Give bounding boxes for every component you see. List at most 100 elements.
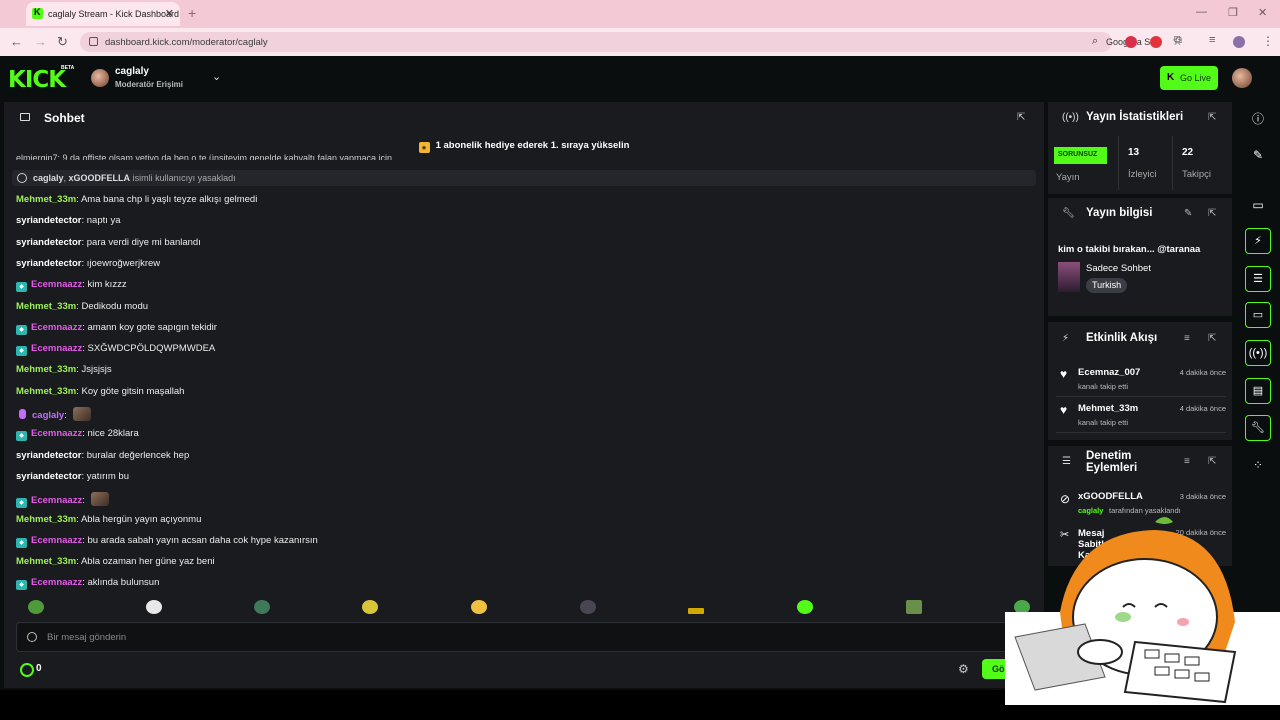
subscriber-badge-icon[interactable]: ◆ (16, 580, 27, 591)
emote-icon[interactable] (688, 608, 704, 614)
subscriber-badge-icon[interactable]: ◆ (16, 498, 27, 509)
back-icon[interactable]: ← (10, 34, 23, 49)
chat-text: buralar değerlencek hep (86, 449, 190, 461)
chat-username[interactable]: Ecemnaazz (31, 577, 82, 588)
chat-username[interactable]: Ecemnaazz (31, 322, 82, 333)
chat-username[interactable]: Mehmet_33m (16, 556, 76, 567)
chat-username[interactable]: Mehmet_33m (16, 364, 76, 375)
ban-icon: ⊘ (1060, 492, 1071, 506)
edit-pencil-icon[interactable]: ✎ (1184, 208, 1192, 219)
activity-toggle-icon[interactable]: ⚡︎ (1245, 228, 1271, 254)
edit-icon[interactable]: ✎ (1245, 142, 1271, 168)
extensions-puzzle-icon[interactable]: ⧉ (1174, 34, 1182, 47)
chat-username[interactable]: Ecemnaazz (31, 535, 82, 546)
emote-icon[interactable] (146, 600, 162, 614)
emote-icon[interactable] (797, 600, 813, 614)
user-avatar[interactable] (1232, 68, 1252, 88)
divider (1056, 396, 1226, 397)
address-bar[interactable]: dashboard.kick.com/moderator/caglaly Goo… (80, 32, 1183, 52)
extension-icon[interactable] (1125, 36, 1137, 48)
subscriber-badge-icon[interactable]: ◆ (16, 282, 27, 293)
chat-username[interactable]: Ecemnaazz (31, 343, 82, 354)
system-target[interactable]: xGOODFELLA (69, 173, 131, 183)
chat-toggle-icon[interactable]: ▭ (1245, 302, 1271, 328)
chat-username[interactable]: Ecemnaazz (31, 428, 82, 439)
chat-text: amann koy gote sapıgın tekidir (87, 321, 217, 333)
chat-username[interactable]: syriandetector (16, 237, 81, 248)
wrench-toggle-icon[interactable]: 🔧︎ (1245, 415, 1271, 441)
moderation-toggle-icon[interactable]: ☰ (1245, 266, 1271, 292)
extension-icon[interactable] (1150, 36, 1162, 48)
window-close-icon[interactable]: ✕ (1258, 6, 1267, 19)
stats-toggle-icon[interactable]: ((•)) (1245, 340, 1271, 366)
info-icon[interactable]: ⓘ (1245, 106, 1271, 132)
forward-icon[interactable]: → (34, 34, 47, 49)
chat-message: syriandetector: buralar değerlencek hep (16, 450, 189, 461)
chat-text: ıjoewroğwerjkrew (86, 257, 161, 269)
popout-icon[interactable]: ⇱ (1208, 456, 1216, 467)
category-name[interactable]: Sadece Sohbet (1086, 263, 1151, 274)
chat-username[interactable]: caglaly (32, 410, 64, 421)
filter-icon[interactable]: ≡ (1184, 333, 1190, 344)
minimize-icon[interactable]: — (1196, 6, 1207, 18)
subscriber-badge-icon[interactable]: ◆ (16, 537, 27, 548)
chat-username[interactable]: Ecemnaazz (31, 279, 82, 290)
emote-icon[interactable] (471, 600, 487, 614)
category-thumbnail[interactable] (1058, 262, 1080, 292)
chat-username[interactable]: Mehmet_33m (16, 301, 76, 312)
profile-avatar-icon[interactable] (1233, 36, 1245, 48)
event-user[interactable]: Mehmet_33m (1078, 403, 1138, 414)
channel-points[interactable]: 0 (20, 663, 42, 677)
filter-icon[interactable]: ≡ (1184, 456, 1190, 467)
emote-icon[interactable] (580, 600, 596, 614)
browser-toolbar: ← → ↻ dashboard.kick.com/moderator/cagla… (0, 28, 1280, 56)
chat-username[interactable]: syriandetector (16, 215, 81, 226)
chat-username[interactable]: Mehmet_33m (16, 386, 76, 397)
chat-username[interactable]: Mehmet_33m (16, 514, 76, 525)
chat-text: Ama bana chp li yaşlı teyze alkışı gelme… (80, 194, 258, 205)
media-controls-icon[interactable]: ≡ (1209, 34, 1215, 46)
moderation-target[interactable]: xGOODFELLA (1078, 491, 1143, 502)
chat-username[interactable]: Ecemnaazz (31, 495, 82, 506)
emote-icon[interactable] (362, 600, 378, 614)
moderation-time: 3 dakika önce (1179, 492, 1226, 501)
player-icon[interactable]: ▭ (1245, 192, 1271, 218)
divider (1172, 136, 1173, 190)
broadcaster-badge-icon[interactable] (19, 409, 26, 419)
chat-settings-gear-icon[interactable]: ⚙ (958, 662, 969, 676)
popout-icon[interactable]: ⇱ (1208, 112, 1216, 123)
emote-icon[interactable] (906, 600, 922, 614)
reload-icon[interactable]: ↻ (57, 34, 68, 50)
site-info-icon[interactable] (89, 37, 98, 46)
chevron-down-icon[interactable]: ⌄ (212, 70, 221, 83)
subscriber-badge-icon[interactable]: ◆ (16, 346, 27, 357)
emote-icon[interactable] (254, 600, 270, 614)
popout-icon[interactable]: ⇱ (1208, 208, 1216, 219)
emote-image[interactable] (72, 407, 91, 421)
layout-toggle-icon[interactable]: ▤ (1245, 378, 1271, 404)
subscriber-badge-icon[interactable]: ◆ (16, 431, 27, 442)
channel-name[interactable]: caglaly (115, 66, 149, 77)
chat-username[interactable]: syriandetector (16, 258, 81, 269)
chat-username[interactable]: Mehmet_33m (16, 194, 76, 205)
tab-close-icon[interactable]: ✕ (165, 7, 174, 20)
subscriber-badge-icon[interactable]: ◆ (16, 324, 27, 335)
chat-input[interactable]: Bir mesaj gönderin (16, 622, 1032, 652)
emote-icon[interactable] (28, 600, 44, 614)
gift-sub-banner[interactable]: ● 1 abonelik hediye ederek 1. sıraya yüks… (4, 136, 1044, 154)
emote-image[interactable] (90, 492, 109, 507)
browser-tab[interactable]: caglaly Stream - Kick Dashboard ✕ (26, 2, 180, 26)
chat-username[interactable]: syriandetector (16, 450, 81, 461)
kick-logo[interactable]: KICK (8, 67, 66, 93)
popout-icon[interactable]: ⇱ (1208, 333, 1216, 344)
more-tools-icon[interactable]: ⁘ (1245, 452, 1271, 478)
new-tab-icon[interactable]: + (188, 5, 196, 21)
emoji-picker-icon[interactable] (27, 632, 37, 642)
popout-icon[interactable]: ⇱ (1017, 112, 1025, 123)
chat-username[interactable]: syriandetector (16, 471, 81, 482)
go-live-button[interactable]: Go Live (1160, 66, 1218, 90)
browser-menu-icon[interactable]: ⋮ (1262, 34, 1274, 48)
maximize-icon[interactable]: ❐ (1228, 6, 1238, 19)
system-actor[interactable]: caglaly (33, 173, 64, 183)
event-user[interactable]: Ecemnaz_007 (1078, 367, 1140, 378)
